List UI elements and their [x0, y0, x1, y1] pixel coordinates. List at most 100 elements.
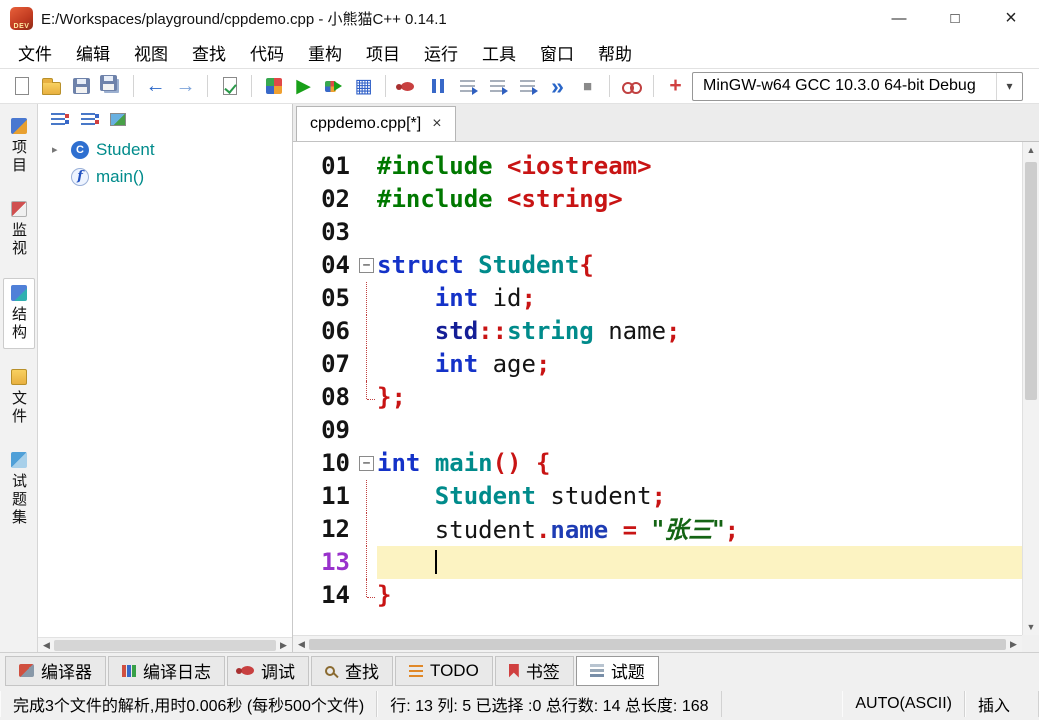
menu-code[interactable]: 代码	[238, 37, 296, 68]
maximize-button[interactable]: □	[927, 0, 983, 36]
line-number: 08	[293, 381, 357, 414]
step-out-button[interactable]	[514, 73, 541, 100]
code-line-2[interactable]: 02#include <string>	[293, 183, 1022, 216]
close-button[interactable]: ×	[983, 0, 1039, 36]
scroll-up-icon[interactable]: ▲	[1023, 142, 1039, 158]
code-line-8[interactable]: 08};	[293, 381, 1022, 414]
menu-view[interactable]: 视图	[122, 37, 180, 68]
expander-icon[interactable]: ▸	[52, 143, 64, 156]
code-line-3[interactable]: 03	[293, 216, 1022, 249]
watch-button[interactable]	[618, 73, 645, 100]
pause-button[interactable]	[424, 73, 451, 100]
editor-vertical-scrollbar[interactable]: ▲ ▼	[1022, 142, 1039, 635]
save-button[interactable]	[68, 73, 95, 100]
code-line-10[interactable]: 10−int main() {	[293, 447, 1022, 480]
syntax-check-icon	[223, 77, 237, 95]
syntax-check-button[interactable]	[216, 73, 243, 100]
scrollbar-thumb[interactable]	[309, 639, 1006, 650]
panel-horizontal-scrollbar[interactable]: ◀ ▶	[38, 637, 292, 652]
bottomtab-compile-log[interactable]: 编译日志	[108, 656, 225, 686]
menu-search[interactable]: 查找	[180, 37, 238, 68]
code-line-13[interactable]: 13	[293, 546, 1022, 579]
bottomtab-label: TODO	[430, 661, 479, 681]
sidebar-tab-label: 项目	[8, 139, 29, 175]
scroll-right-icon[interactable]: ▶	[1007, 639, 1020, 650]
scrollbar-thumb[interactable]	[1025, 162, 1037, 400]
forward-button[interactable]: →	[172, 73, 199, 100]
rebuild-button[interactable]: ▦	[350, 73, 377, 100]
new-problem-button[interactable]: +	[662, 73, 689, 100]
bottomtab-compiler[interactable]: 编译器	[5, 656, 106, 686]
sidebar-tab-problem-set[interactable]: 试题集	[3, 446, 35, 533]
debug-bug-icon	[401, 82, 414, 91]
code-lines: 01#include <iostream>02#include <string>…	[293, 150, 1022, 612]
compiler-set-select[interactable]: MinGW-w64 GCC 10.3.0 64-bit Debug ▾	[692, 72, 1023, 101]
code-line-6[interactable]: 06 std::string name;	[293, 315, 1022, 348]
close-tab-icon[interactable]: ×	[432, 115, 441, 133]
code-text: #include <iostream>	[377, 150, 1022, 183]
menu-project[interactable]: 项目	[354, 37, 412, 68]
menu-file[interactable]: 文件	[6, 37, 64, 68]
menu-window[interactable]: 窗口	[528, 37, 586, 68]
menu-tools[interactable]: 工具	[470, 37, 528, 68]
fold-margin	[357, 183, 377, 216]
code-text	[377, 546, 1022, 579]
code-editor[interactable]: 01#include <iostream>02#include <string>…	[293, 142, 1022, 635]
fold-margin[interactable]: −	[357, 447, 377, 480]
editor-tab-cppdemo[interactable]: cppdemo.cpp[*] ×	[296, 106, 456, 141]
editor-horizontal-scrollbar[interactable]: ◀ ▶	[293, 635, 1022, 652]
bottomtab-bookmarks[interactable]: 书签	[495, 656, 574, 686]
compile-run-button[interactable]	[320, 73, 347, 100]
continue-button[interactable]: »	[544, 73, 571, 100]
code-line-12[interactable]: 12 student.name = "张三";	[293, 513, 1022, 546]
code-line-5[interactable]: 05 int id;	[293, 282, 1022, 315]
menu-edit[interactable]: 编辑	[64, 37, 122, 68]
step-over-button[interactable]	[454, 73, 481, 100]
class-icon: C	[71, 141, 89, 159]
code-line-1[interactable]: 01#include <iostream>	[293, 150, 1022, 183]
left-tab-strip: 项目 监视 结构 文件 试题集	[0, 104, 38, 652]
menu-run[interactable]: 运行	[412, 37, 470, 68]
new-file-button[interactable]	[8, 73, 35, 100]
step-into-button[interactable]	[484, 73, 511, 100]
fold-collapse-icon[interactable]: −	[359, 456, 374, 471]
menu-refactor[interactable]: 重构	[296, 37, 354, 68]
stop-button[interactable]: ■	[574, 73, 601, 100]
compile-button[interactable]	[260, 73, 287, 100]
back-button[interactable]: ←	[142, 73, 169, 100]
class-browser-tree: ▸ C Student f main()	[38, 134, 292, 190]
fold-margin[interactable]: −	[357, 249, 377, 282]
bottomtab-debug[interactable]: 调试	[227, 656, 309, 686]
bottomtab-problem[interactable]: 试题	[576, 656, 659, 686]
scroll-down-icon[interactable]: ▼	[1023, 619, 1039, 635]
code-line-9[interactable]: 09	[293, 414, 1022, 447]
show-inherited-button[interactable]	[106, 108, 129, 131]
code-line-7[interactable]: 07 int age;	[293, 348, 1022, 381]
tree-item-main[interactable]: f main()	[38, 163, 292, 190]
sidebar-tab-watch[interactable]: 监视	[3, 195, 35, 264]
open-file-button[interactable]	[38, 73, 65, 100]
code-line-14[interactable]: 14}	[293, 579, 1022, 612]
debug-button[interactable]	[394, 73, 421, 100]
save-all-button[interactable]	[98, 73, 125, 100]
sort-alphabetically-button[interactable]	[76, 108, 99, 131]
window-title: E:/Workspaces/playground/cppdemo.cpp - 小…	[41, 8, 447, 29]
menu-help[interactable]: 帮助	[586, 37, 644, 68]
sort-by-type-button[interactable]	[46, 108, 69, 131]
sidebar-tab-project[interactable]: 项目	[3, 112, 35, 181]
code-line-4[interactable]: 04−struct Student{	[293, 249, 1022, 282]
fold-collapse-icon[interactable]: −	[359, 258, 374, 273]
bookmark-icon	[509, 664, 519, 678]
scrollbar-thumb[interactable]	[54, 640, 276, 651]
sidebar-tab-files[interactable]: 文件	[3, 363, 35, 432]
bottomtab-search[interactable]: 查找	[311, 656, 393, 686]
run-button[interactable]: ▶	[290, 73, 317, 100]
scroll-right-icon[interactable]: ▶	[277, 640, 290, 651]
bottomtab-todo[interactable]: TODO	[395, 656, 493, 686]
code-line-11[interactable]: 11 Student student;	[293, 480, 1022, 513]
scroll-left-icon[interactable]: ◀	[40, 640, 53, 651]
tree-item-student[interactable]: ▸ C Student	[38, 136, 292, 163]
sidebar-tab-structure[interactable]: 结构	[3, 278, 35, 349]
minimize-button[interactable]: —	[871, 0, 927, 36]
scroll-left-icon[interactable]: ◀	[295, 639, 308, 650]
